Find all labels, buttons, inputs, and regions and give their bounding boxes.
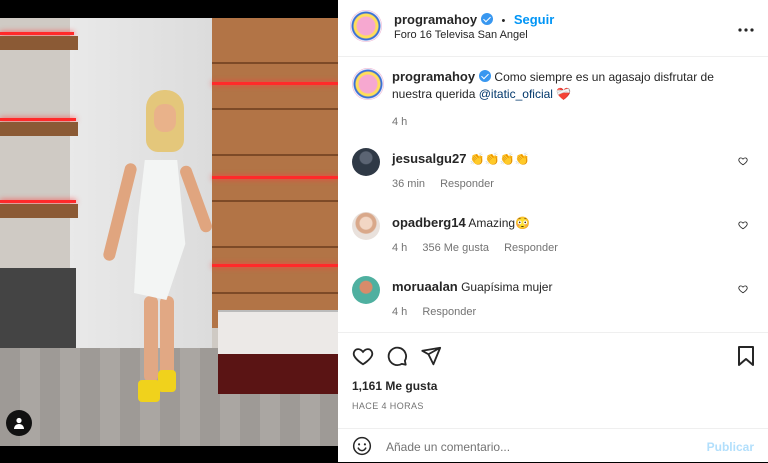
reply-button[interactable]: Responder [422,306,476,318]
comment-time[interactable]: 4 h [392,242,407,254]
caption-username[interactable]: programahoy [392,69,475,84]
emoji-smiley-icon[interactable] [352,436,372,456]
comments-list[interactable]: programahoy Como siempre es un agasajo d… [338,56,768,332]
author-avatar[interactable] [350,10,382,42]
comment-body: Guapísima mujer [461,280,553,294]
more-options-icon[interactable] [738,16,754,37]
author-line: programahoy • Seguir [394,11,554,29]
likes-count[interactable]: 1,161 Me gusta [352,379,437,393]
share-send-icon[interactable] [420,345,442,367]
post-photo[interactable] [0,18,338,446]
caption-emoji: ❤️‍🩹 [556,87,572,101]
comment-username[interactable]: moruaalan [392,279,458,294]
wood-panel-wall [212,18,338,328]
white-dress [134,160,186,300]
comment-likes[interactable]: 356 Me gusta [422,242,489,254]
neon-strip [212,264,338,267]
caption: programahoy Como siempre es un agasajo d… [352,68,756,140]
neon-strip [0,200,76,203]
like-heart-icon[interactable] [352,345,374,367]
post-media[interactable] [0,0,338,462]
comment-body: Amazing😳 [468,216,530,230]
comment-input[interactable]: Añade un comentario... [386,440,510,454]
commenter-avatar[interactable] [352,148,380,176]
mention-link[interactable]: @itatic_oficial [479,87,553,101]
neon-strip [0,118,76,121]
yellow-shoe [138,380,160,402]
shelf [0,204,78,218]
post-location[interactable]: Foro 16 Televisa San Angel [394,29,528,41]
author-username[interactable]: programahoy [394,12,477,27]
leg [144,296,158,382]
stage-front [218,354,338,394]
post-container: programahoy • Seguir Foro 16 Televisa Sa… [0,0,768,462]
face [154,104,176,132]
reply-button[interactable]: Responder [504,242,558,254]
follow-button[interactable]: Seguir [514,12,554,27]
comment-item: moruaalan Guapísima mujer 4 h Responder [352,276,756,326]
publish-button[interactable]: Publicar [707,440,754,454]
comment-body: 👏👏👏👏 [469,152,530,166]
comment-time[interactable]: 36 min [392,178,425,190]
comment-meta: 4 h 356 Me gusta Responder [392,242,558,254]
caption-avatar[interactable] [352,68,384,100]
comment-text: moruaalan Guapísima mujer [392,278,744,296]
comment-text: jesusalgu27 👏👏👏👏 [392,150,744,168]
verified-icon [479,70,492,82]
post-timestamp[interactable]: HACE 4 HORAS [352,401,424,411]
like-comment-heart-icon[interactable] [738,284,748,294]
add-comment-bar: Añade un comentario... Publicar [338,428,768,463]
like-comment-heart-icon[interactable] [738,156,748,166]
save-bookmark-icon[interactable] [736,345,756,367]
comment-username[interactable]: jesusalgu27 [392,151,466,166]
caption-time[interactable]: 4 h [392,116,407,128]
caption-text: programahoy Como siempre es un agasajo d… [392,68,744,103]
comment-meta: 36 min Responder [392,178,494,190]
commenter-avatar[interactable] [352,212,380,240]
yellow-shoe [158,370,176,392]
person-figure [102,90,214,420]
reply-button[interactable]: Responder [440,178,494,190]
comment-item: jesusalgu27 👏👏👏👏 36 min Responder [352,148,756,198]
verified-icon [481,13,494,25]
comment-item: opadberg14 Amazing😳 4 h 356 Me gusta Res… [352,212,756,262]
comment-meta: 4 h Responder [392,306,476,318]
comment-text: opadberg14 Amazing😳 [392,214,744,232]
shelf [0,122,78,136]
neon-strip [212,82,338,85]
comment-time[interactable]: 4 h [392,306,407,318]
separator-dot: • [501,15,506,27]
commenter-avatar[interactable] [352,276,380,304]
dots-icon [738,28,754,32]
tagged-user-icon[interactable] [6,410,32,436]
like-comment-heart-icon[interactable] [738,220,748,230]
neon-strip [212,176,338,179]
comment-username[interactable]: opadberg14 [392,215,466,230]
shelf [0,36,78,50]
neon-strip [0,32,74,35]
post-side-panel: programahoy • Seguir Foro 16 Televisa Sa… [338,0,768,462]
person-icon [14,417,24,429]
post-header: programahoy • Seguir Foro 16 Televisa Sa… [338,0,768,57]
comment-bubble-icon[interactable] [386,345,408,367]
studio-box [0,268,76,358]
